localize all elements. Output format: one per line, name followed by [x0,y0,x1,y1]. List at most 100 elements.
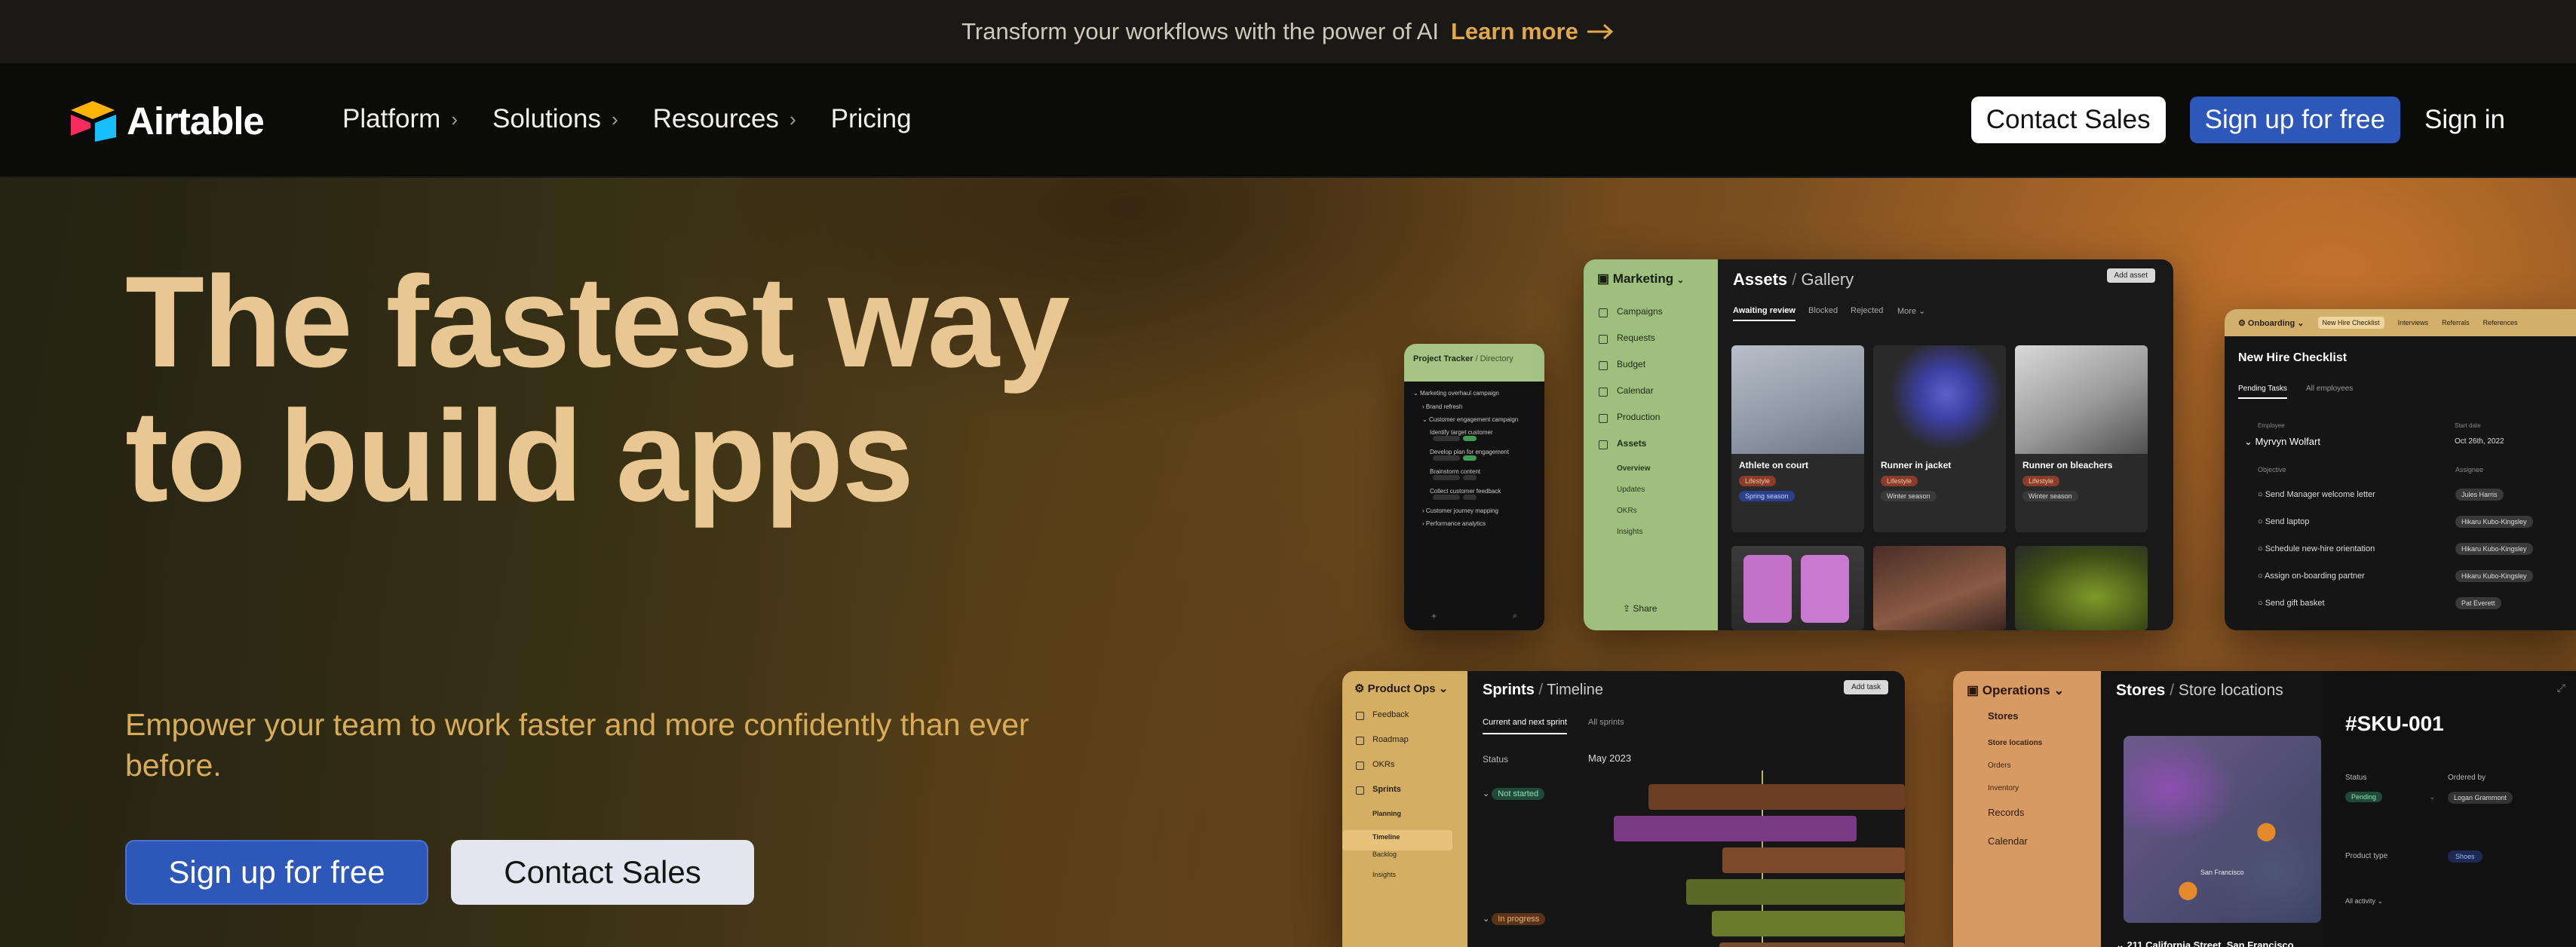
expand-icon[interactable]: ⤢ [2557,682,2565,694]
add-icon[interactable]: + [1431,611,1437,621]
gantt-bar[interactable] [1686,879,1905,905]
airtable-logo[interactable]: Airtable [66,98,265,143]
sidebar-item-campaigns[interactable]: Campaigns [1584,306,1718,333]
tab-referrals[interactable]: Referrals [2442,319,2470,326]
task-row[interactable]: ○ Send gift basket [2258,599,2325,608]
group-header[interactable]: ⌄ In progress [1483,913,1546,925]
menu-resources[interactable]: Resources › [653,104,796,134]
task-item[interactable]: Collect customer feedback [1404,485,1544,504]
sidebar-item-stores[interactable]: Stores [1953,710,2101,739]
sidebar-subitem-insights[interactable]: Insights [1342,871,1467,891]
tab-current-sprint[interactable]: Current and next sprint [1483,718,1567,734]
sidebar-item-assets[interactable]: Assets [1584,438,1718,464]
task-row[interactable]: ○ Schedule new-hire orientation [2258,544,2375,553]
menu-solutions-label[interactable]: Solutions [492,104,601,134]
group-header[interactable]: ⌄ Not started [1483,788,1545,800]
sidebar-item-okrs[interactable]: OKRs [1342,760,1467,785]
activity-filter[interactable]: All activity ⌄ [2345,897,2383,906]
learn-more-label[interactable]: Learn more [1451,18,1578,45]
sidebar-subitem-planning[interactable]: Planning [1342,810,1467,830]
gallery-card[interactable] [1873,546,2006,630]
sidebar-subitem-orders[interactable]: Orders [1953,762,2101,784]
sidebar-subitem-inventory[interactable]: Inventory [1953,784,2101,807]
workspace-name[interactable]: ▣ Marketing ⌄ [1597,271,1684,287]
sidebar-subitem-okrs[interactable]: OKRs [1584,507,1718,528]
tab-new-hire-checklist[interactable]: New Hire Checklist [2317,317,2384,329]
status-select[interactable]: Pending ⌄ [2345,792,2435,802]
map-pin-icon[interactable]: ⬤ [2256,820,2277,842]
menu-platform[interactable]: Platform › [342,104,458,134]
hero-contact-sales-button[interactable]: Contact Sales [451,840,754,905]
gantt-bar[interactable] [1719,942,1905,947]
tab-pending-tasks[interactable]: Pending Tasks [2238,385,2287,399]
list-item[interactable]: › Brand refresh [1404,400,1544,413]
learn-more-link[interactable]: Learn more [1451,18,1615,45]
gantt-bar[interactable] [1648,784,1905,810]
add-asset-button[interactable]: Add asset [2106,268,2155,283]
view-name[interactable]: Timeline [1547,682,1603,698]
sidebar-item-records[interactable]: Records [1953,807,2101,835]
tab-all-employees[interactable]: All employees [2306,385,2353,393]
sidebar-subitem-timeline[interactable]: Timeline [1342,830,1452,850]
sidebar-subitem-insights[interactable]: Insights [1584,528,1718,549]
sidebar-item-requests[interactable]: Requests [1584,333,1718,359]
gantt-bar[interactable] [1614,816,1857,841]
tab-references[interactable]: References [2483,319,2518,326]
status-pill [1463,455,1477,461]
view-name[interactable]: Store locations [2179,682,2283,699]
share-button[interactable]: ⇪ Share [1623,603,1657,614]
list-item[interactable]: › Performance analytics [1404,517,1544,530]
sidebar-subitem-store-locations[interactable]: Store locations [1953,739,2101,762]
workspace-name[interactable]: ▣ Operations ⌄ [1953,671,2101,710]
gantt-bar[interactable] [1712,911,1905,936]
view-name[interactable]: Gallery [1802,270,1854,289]
task-item[interactable]: Brainstorm content [1404,465,1544,485]
sidebar-item-calendar[interactable]: Calendar [1953,835,2101,864]
menu-platform-label[interactable]: Platform [342,104,440,134]
task-row[interactable]: ○ Assign on-boarding partner [2258,572,2365,581]
workspace-name[interactable]: ⚙ Onboarding ⌄ [2238,318,2305,328]
tab-all-sprints[interactable]: All sprints [1588,718,1624,727]
task-row[interactable]: ○ Send Manager welcome letter [2258,490,2375,499]
task-item[interactable]: Identify target customer [1404,426,1544,446]
gallery-card[interactable] [1731,546,1864,630]
search-icon[interactable]: ⌕ [1513,611,1517,621]
menu-resources-label[interactable]: Resources [653,104,779,134]
store-map[interactable]: San Francisco ⬤ ⬤ [2124,736,2321,923]
gantt-bar[interactable] [1722,847,1905,873]
sidebar-subitem-updates[interactable]: Updates [1584,486,1718,507]
hero-signup-button[interactable]: Sign up for free [125,840,428,905]
sidebar-subitem-backlog[interactable]: Backlog [1342,850,1467,871]
list-item[interactable]: ⌄ Customer engagement campaign [1404,413,1544,426]
sidebar-item-production[interactable]: Production [1584,412,1718,438]
sidebar-item-budget[interactable]: Budget [1584,359,1718,385]
menu-pricing[interactable]: Pricing [831,104,912,134]
tab-rejected[interactable]: Rejected [1851,306,1883,315]
list-item[interactable]: › Customer journey mapping [1404,504,1544,517]
sidebar-item-calendar[interactable]: Calendar [1584,385,1718,412]
menu-pricing-label[interactable]: Pricing [831,104,912,134]
sidebar-item-sprints[interactable]: Sprints [1342,785,1467,810]
gallery-card[interactable] [2015,546,2148,630]
workspace-name[interactable]: ⚙ Product Ops ⌄ [1342,671,1467,706]
employee-name[interactable]: ⌄ Myrvyn Wolfart [2244,436,2320,448]
map-pin-icon[interactable]: ⬤ [2178,879,2198,901]
signup-button[interactable]: Sign up for free [2189,97,2400,143]
gallery-card[interactable]: Runner in jacket Lifestyle Winter season [1873,345,2006,532]
gallery-card[interactable]: Runner on bleachers Lifestyle Winter sea… [2015,345,2148,532]
tab-interviews[interactable]: Interviews [2398,319,2429,326]
sidebar-subitem-overview[interactable]: Overview [1584,464,1718,486]
gallery-card[interactable]: Athlete on court Lifestyle Spring season [1731,345,1864,532]
task-item[interactable]: Develop plan for engagement [1404,446,1544,465]
tab-blocked[interactable]: Blocked [1808,306,1838,315]
sidebar-item-feedback[interactable]: Feedback [1342,710,1467,735]
menu-solutions[interactable]: Solutions › [492,104,618,134]
tab-more[interactable]: More ⌄ [1897,306,1925,316]
task-row[interactable]: ○ Send laptop [2258,517,2309,526]
contact-sales-button[interactable]: Contact Sales [1970,97,2166,143]
signin-link[interactable]: Sign in [2424,105,2505,135]
list-item[interactable]: ⌄ Marketing overhaul campaign [1404,386,1544,400]
sidebar-item-roadmap[interactable]: Roadmap [1342,735,1467,760]
tab-awaiting-review[interactable]: Awaiting review [1733,306,1796,321]
add-task-button[interactable]: Add task [1844,680,1888,694]
